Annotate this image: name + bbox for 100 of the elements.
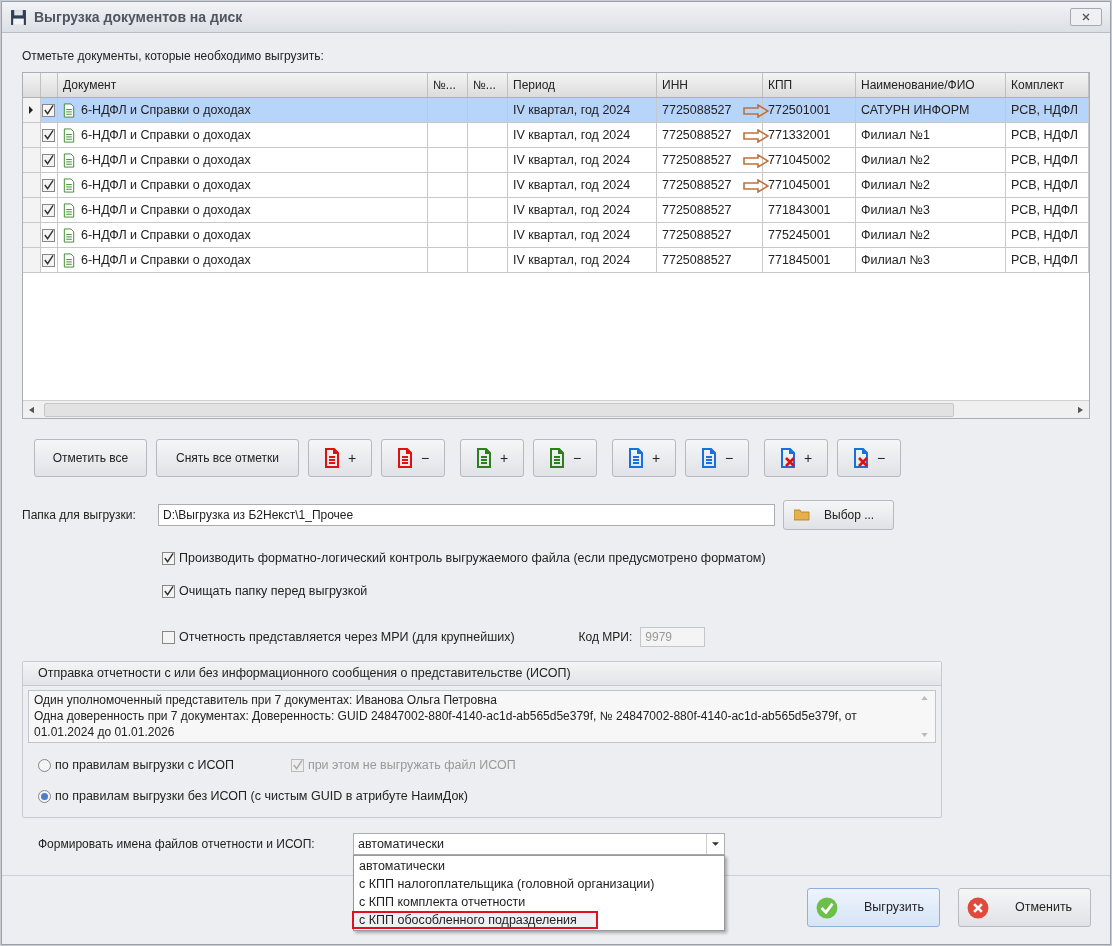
table-cell-text: 771843001: [768, 201, 831, 219]
column-header[interactable]: Комплект: [1006, 73, 1089, 97]
dropdown-option[interactable]: с КПП комплекта отчетности: [354, 893, 724, 911]
field-label: Папка для выгрузки:: [22, 507, 137, 524]
column-header[interactable]: Наименование/ФИО: [856, 73, 1006, 97]
field-label: Код МРИ:: [578, 629, 633, 646]
table-row[interactable]: 6-НДФЛ и Справки о доходах IV квартал, год 2024 7725088527 771045001 Филиал №2 РСВ, НДФЛ: [23, 173, 1089, 198]
table-row[interactable]: 6-НДФЛ и Справки о доходах IV квартал, год 2024 7725088527 772501001 САТУРН ИНФОРМ РСВ, НДФЛ: [23, 98, 1089, 123]
checkbox[interactable]: [42, 253, 56, 267]
table-cell-text: 7725088527: [662, 101, 732, 119]
dropdown-option[interactable]: с КПП обособленного подразделения: [352, 911, 598, 929]
table-cell-text: 771332001: [768, 126, 831, 144]
close-button[interactable]: [1070, 8, 1102, 26]
document-filter-button[interactable]: +: [460, 439, 524, 477]
export-button[interactable]: Выгрузить: [807, 888, 940, 927]
document-icon: [63, 152, 75, 168]
checkbox[interactable]: [42, 203, 56, 217]
naming-dropdown[interactable]: автоматически: [353, 833, 725, 855]
checkbox[interactable]: [162, 630, 175, 644]
scroll-right-icon[interactable]: [1078, 405, 1083, 414]
document-icon: [63, 252, 75, 268]
document-icon: [475, 448, 492, 468]
row-header-cell[interactable]: [23, 223, 41, 247]
document-filter-button[interactable]: +: [764, 439, 828, 477]
info-text-line: Одна доверенность при 7 документах: Доверенность: GUID 24847002-880f-4140-ac1d-ab565d5e379f, № 24847002-880f-4140-ac1d-ab565d5e379f, от 01.01.2024 до 01.01.2026: [34, 708, 858, 740]
document-icon: [548, 448, 565, 468]
document-filter-button[interactable]: −: [533, 439, 597, 477]
table-row[interactable]: 6-НДФЛ и Справки о доходах IV квартал, год 2024 7725088527 771845001 Филиал №3 РСВ, НДФЛ: [23, 248, 1089, 273]
table-cell-text: IV квартал, год 2024: [513, 126, 631, 144]
browse-button[interactable]: Выбор ...: [783, 500, 894, 530]
table-cell-text: РСВ, НДФЛ: [1011, 126, 1079, 144]
cancel-button[interactable]: Отменить: [958, 888, 1091, 927]
table-row[interactable]: 6-НДФЛ и Справки о доходах IV квартал, год 2024 7725088527 771045002 Филиал №2 РСВ, НДФЛ: [23, 148, 1089, 173]
checkbox[interactable]: [42, 228, 56, 242]
table-cell-text: 6-НДФЛ и Справки о доходах: [81, 101, 251, 119]
table-cell-text: 6-НДФЛ и Справки о доходах: [81, 226, 251, 244]
close-icon: [1082, 13, 1090, 21]
document-filter-button[interactable]: +: [308, 439, 372, 477]
table-row[interactable]: 6-НДФЛ и Справки о доходах IV квартал, год 2024 7725088527 775245001 Филиал №2 РСВ, НДФЛ: [23, 223, 1089, 248]
table-cell-text: РСВ, НДФЛ: [1011, 151, 1079, 169]
table-cell-text: IV квартал, год 2024: [513, 101, 631, 119]
document-filter-button[interactable]: +: [612, 439, 676, 477]
checkbox[interactable]: [162, 584, 175, 598]
folder-path-field[interactable]: D:\Выгрузка из Б2Некст\1_Прочее: [158, 504, 775, 526]
table-cell-text: IV квартал, год 2024: [513, 251, 631, 269]
table-cell-text: РСВ, НДФЛ: [1011, 226, 1079, 244]
row-header-cell[interactable]: [23, 98, 41, 122]
table-row[interactable]: 6-НДФЛ и Справки о доходах IV квартал, год 2024 7725088527 771332001 Филиал №1 РСВ, НДФЛ: [23, 123, 1089, 148]
table-cell-text: 7725088527: [662, 151, 732, 169]
table-cell-text: САТУРН ИНФОРМ: [861, 101, 970, 119]
row-pointer-icon: [29, 106, 34, 114]
radio-label: по правилам выгрузки без ИСОП (с чистым GUID в атрибуте НаимДок): [55, 787, 468, 805]
scroll-left-icon[interactable]: [29, 405, 34, 414]
table-cell-text: 772501001: [768, 101, 831, 119]
dropdown-option[interactable]: с КПП налогоплательщика (головной организации): [354, 875, 724, 893]
toolbar-button[interactable]: Отметить все: [34, 439, 147, 477]
row-header-cell[interactable]: [23, 173, 41, 197]
row-header-cell[interactable]: [23, 198, 41, 222]
dropdown-caret-icon: [712, 842, 719, 846]
column-header[interactable]: КПП: [763, 73, 856, 97]
toolbar-button[interactable]: Снять все отметки: [156, 439, 299, 477]
table-cell-text: РСВ, НДФЛ: [1011, 201, 1079, 219]
checkbox[interactable]: [162, 551, 175, 565]
document-icon: [63, 177, 75, 193]
column-header[interactable]: №...: [468, 73, 508, 97]
scrollbar-thumb[interactable]: [44, 402, 954, 417]
document-filter-button[interactable]: −: [381, 439, 445, 477]
document-icon: [63, 202, 75, 218]
table-row[interactable]: 6-НДФЛ и Справки о доходах IV квартал, год 2024 7725088527 771843001 Филиал №3 РСВ, НДФЛ: [23, 198, 1089, 223]
table-cell-text: 7725088527: [662, 251, 732, 269]
group-title: Отправка отчетности с или без информационного сообщения о представительстве (ИСОП): [38, 665, 571, 683]
radio-button[interactable]: [38, 758, 51, 772]
table-cell-text: 6-НДФЛ и Справки о доходах: [81, 251, 251, 269]
document-filter-button[interactable]: −: [837, 439, 901, 477]
table-cell-text: 771045001: [768, 176, 831, 194]
row-header-cell[interactable]: [23, 248, 41, 272]
dropdown-option[interactable]: автоматически: [354, 857, 724, 875]
table-cell-text: 771045002: [768, 151, 831, 169]
checkbox[interactable]: [42, 153, 56, 167]
document-delete-icon: [852, 448, 869, 468]
row-header-cell[interactable]: [23, 148, 41, 172]
checkbox[interactable]: [42, 178, 56, 192]
table-cell-text: Филиал №1: [861, 126, 930, 144]
table-cell-text: 771845001: [768, 251, 831, 269]
checkbox[interactable]: [42, 103, 56, 117]
checkbox[interactable]: [42, 128, 56, 142]
column-header[interactable]: Документ: [58, 73, 428, 97]
column-header[interactable]: №...: [428, 73, 468, 97]
table-cell-text: РСВ, НДФЛ: [1011, 101, 1079, 119]
table-cell-text: IV квартал, год 2024: [513, 176, 631, 194]
table-cell-text: 7725088527: [662, 176, 732, 194]
row-header-cell[interactable]: [23, 123, 41, 147]
table-cell-text: Филиал №2: [861, 176, 930, 194]
column-header[interactable]: ИНН: [657, 73, 763, 97]
field-label: Формировать имена файлов отчетности и ИСОП:: [38, 836, 316, 853]
document-icon: [63, 102, 75, 118]
column-header[interactable]: Период: [508, 73, 657, 97]
document-filter-button[interactable]: −: [685, 439, 749, 477]
radio-button[interactable]: [38, 789, 51, 803]
document-icon: [63, 227, 75, 243]
